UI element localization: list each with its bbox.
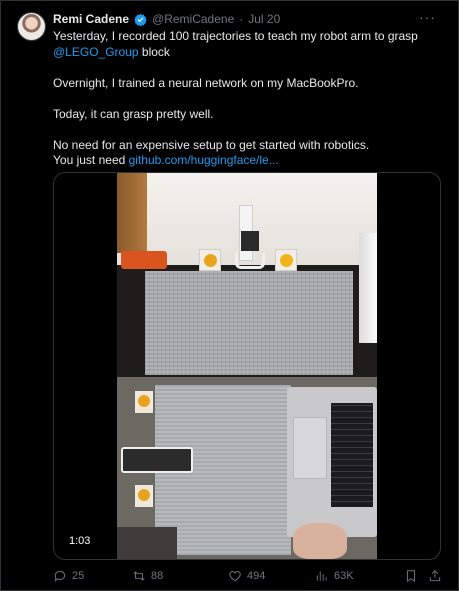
video-frame[interactable] [117, 173, 377, 559]
share-icon [429, 570, 441, 582]
video-wood-post [117, 173, 147, 253]
separator-dot: · [239, 12, 244, 26]
video-lower-scene [117, 377, 377, 559]
retweet-button[interactable]: 88 [132, 569, 163, 583]
views-button[interactable]: 63K [315, 569, 354, 583]
tweet-date[interactable]: Jul 20 [248, 12, 280, 26]
text-paragraph-2: Overnight, I trained a neural network on… [53, 75, 359, 90]
like-button[interactable]: 494 [228, 569, 265, 583]
reply-count: 25 [72, 570, 85, 582]
video-hand [293, 523, 347, 559]
video-trackpad [293, 417, 327, 479]
tweet-card[interactable]: Remi Cadene @RemiCadene · Jul 20 ··· Yes… [0, 0, 459, 591]
views-icon [316, 571, 327, 581]
video-lego-cube-right [275, 249, 297, 271]
text-paragraph-3: Today, it can grasp pretty well. [53, 106, 214, 121]
tweet-header: Remi Cadene @RemiCadene · Jul 20 [53, 12, 280, 26]
video-keyboard [331, 403, 373, 507]
video-robot-motor [241, 231, 259, 251]
share-button[interactable] [428, 569, 442, 583]
retweet-icon [133, 571, 145, 581]
bookmark-icon [407, 570, 415, 583]
mention-link[interactable]: @LEGO_Group [53, 45, 139, 59]
author-name[interactable]: Remi Cadene [53, 12, 129, 26]
video-lower-cube-top [135, 391, 153, 413]
more-options-icon[interactable]: ··· [419, 9, 436, 25]
bookmark-button[interactable] [404, 569, 418, 583]
video-player[interactable]: 1:03 [53, 172, 441, 560]
video-lower-robot-arm [121, 447, 193, 473]
verified-badge-icon [134, 13, 147, 26]
github-link[interactable]: github.com/huggingface/le... [129, 153, 279, 167]
views-count: 63K [334, 570, 354, 582]
video-lego-cube-left [199, 249, 221, 271]
video-robot-right [359, 233, 377, 343]
avatar[interactable] [17, 12, 46, 41]
text-line1-post: block [138, 44, 170, 59]
heart-icon [229, 571, 241, 582]
reply-button[interactable]: 25 [53, 569, 84, 583]
like-count: 494 [247, 570, 266, 582]
reply-icon [54, 570, 66, 582]
text-line1: Yesterday, I recorded 100 trajectories t… [53, 29, 418, 43]
video-duration-badge: 1:03 [64, 533, 96, 549]
video-lego-baseplate [145, 271, 353, 375]
video-robot-gripper [235, 253, 265, 269]
video-orange-box [121, 251, 167, 269]
video-lower-cube [135, 485, 153, 507]
tweet-text: Yesterday, I recorded 100 trajectories t… [53, 29, 438, 169]
text-paragraph-4-pre: You just need [53, 153, 129, 167]
text-paragraph-4: No need for an expensive setup to get st… [53, 137, 370, 152]
video-cables [117, 527, 177, 559]
retweet-count: 88 [151, 570, 164, 582]
author-handle[interactable]: @RemiCadene [152, 12, 234, 26]
tweet-actions: 25 88 494 63K [53, 569, 448, 585]
